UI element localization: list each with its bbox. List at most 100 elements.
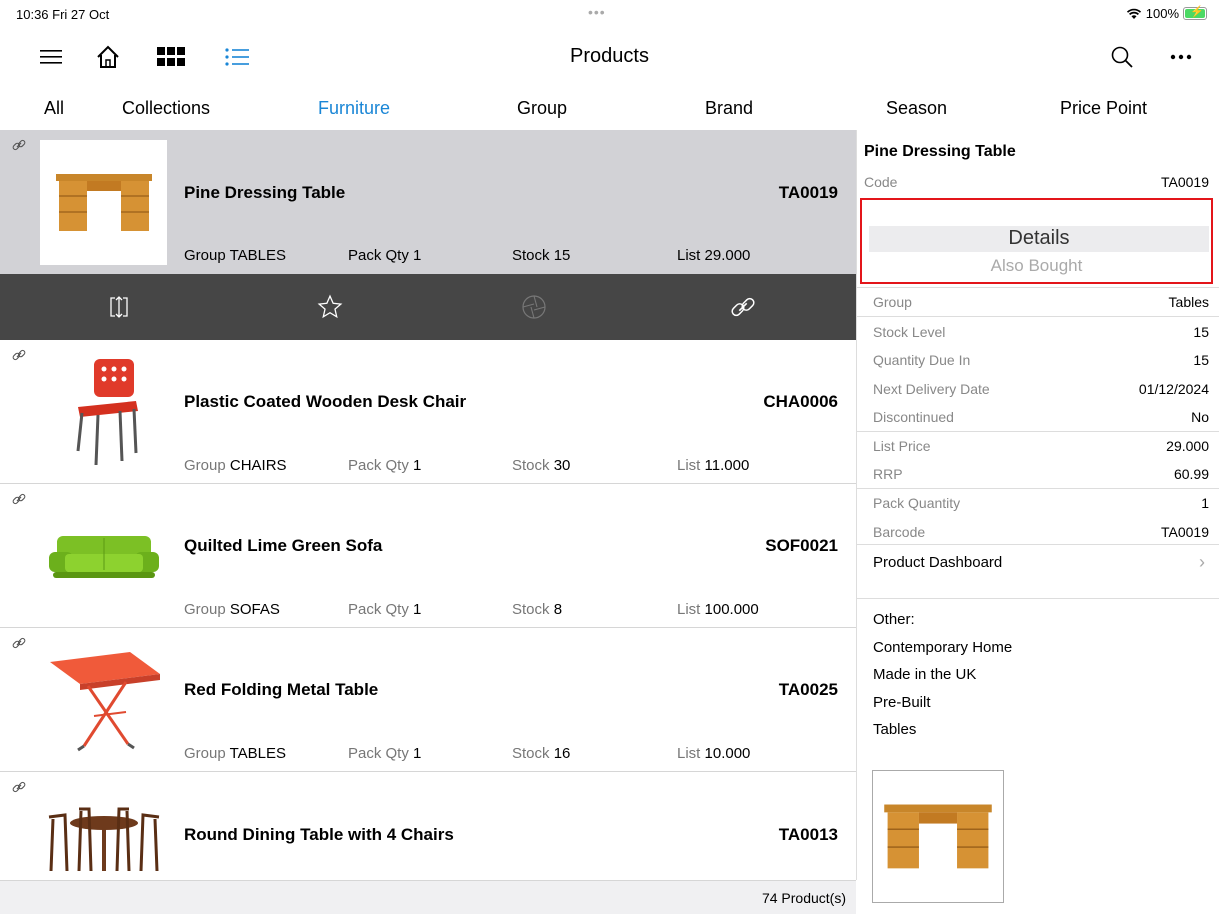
tab-group[interactable]: Group (517, 98, 567, 119)
product-image[interactable] (40, 494, 167, 619)
search-icon[interactable] (1110, 42, 1134, 72)
tab-all[interactable]: All (44, 98, 64, 119)
product-name: Quilted Lime Green Sofa (184, 536, 383, 555)
product-count: 74 Product(s) (761, 890, 846, 906)
more-options-icon[interactable] (1170, 42, 1192, 72)
detail-title: Pine Dressing Table (864, 143, 1016, 160)
also-bought-segment[interactable]: Also Bought (862, 256, 1211, 276)
group-value: TABLES (229, 745, 287, 762)
detail-value: TA0019 (1161, 524, 1209, 540)
detail-row: Quantity Due In 15 (873, 352, 1209, 368)
pack-qty-value: 1 (413, 745, 422, 762)
product-row[interactable]: Quilted Lime Green Sofa SOF0021 Group SO… (0, 484, 856, 628)
product-row-selected[interactable]: Pine Dressing Table TA0019 Group TABLES … (0, 130, 856, 274)
list-footer: 74 Product(s) (0, 880, 856, 914)
list-value: 100.000 (704, 601, 759, 618)
detail-product-image[interactable] (872, 770, 1004, 903)
product-dashboard-link[interactable]: Product Dashboard › (873, 552, 1209, 572)
product-code: TA0019 (778, 183, 838, 202)
detail-row: Next Delivery Date 01/12/2024 (873, 381, 1209, 397)
detail-row: Pack Quantity 1 (873, 495, 1209, 511)
detail-label: Next Delivery Date (873, 381, 990, 397)
pack-qty-label: Pack Qty (348, 247, 409, 264)
star-icon[interactable] (317, 294, 343, 325)
pack-qty-label: Pack Qty (348, 601, 409, 618)
tab-brand[interactable]: Brand (705, 98, 753, 119)
page-title: Products (570, 45, 649, 67)
link-icon (12, 138, 26, 157)
detail-label: Quantity Due In (873, 352, 971, 368)
stock-value: 8 (553, 601, 563, 618)
pack-qty-label: Pack Qty (348, 745, 409, 762)
group-label: Group (184, 247, 226, 264)
detail-label: Discontinued (873, 409, 954, 425)
product-image[interactable] (40, 140, 167, 265)
product-name: Pine Dressing Table (184, 183, 346, 202)
aperture-icon (521, 294, 547, 325)
pack-qty-value: 1 (413, 247, 422, 264)
product-list: Pine Dressing Table TA0019 Group TABLES … (0, 130, 857, 880)
product-image[interactable] (40, 638, 167, 763)
details-segment[interactable]: Details (869, 226, 1209, 252)
link-icon (12, 780, 26, 799)
detail-row: Stock Level 15 (873, 324, 1209, 340)
detail-row: List Price 29.000 (873, 438, 1209, 454)
link-action-icon[interactable] (730, 294, 756, 325)
detail-value: TA0019 (1161, 174, 1209, 190)
multitask-dots[interactable]: ••• (588, 4, 606, 20)
tab-season[interactable]: Season (886, 98, 947, 119)
list-label: List (677, 457, 701, 474)
product-name: Round Dining Table with 4 Chairs (184, 825, 454, 844)
stock-value: 16 (553, 745, 571, 762)
expand-icon[interactable] (107, 294, 131, 325)
detail-label: Code (864, 174, 898, 190)
stock-label: Stock (512, 457, 550, 474)
other-item: Tables (873, 721, 917, 738)
link-icon (12, 492, 26, 511)
row-action-bar (0, 274, 856, 340)
product-row[interactable]: Round Dining Table with 4 Chairs TA0013 (0, 772, 856, 880)
detail-label: Group (873, 294, 912, 310)
product-row[interactable]: Plastic Coated Wooden Desk Chair CHA0006… (0, 340, 856, 484)
detail-value: Tables (1168, 294, 1209, 310)
product-image[interactable] (40, 350, 167, 475)
product-image[interactable] (40, 782, 167, 880)
wifi-icon (1126, 8, 1141, 19)
stock-label: Stock (512, 247, 550, 264)
detail-value: No (1191, 409, 1209, 425)
link-icon (12, 636, 26, 655)
top-toolbar: Products (0, 28, 1219, 86)
link-icon (12, 348, 26, 367)
detail-label: RRP (873, 466, 903, 482)
pack-qty-value: 1 (413, 601, 422, 618)
detail-value: 01/12/2024 (1138, 381, 1209, 397)
detail-label: List Price (873, 438, 931, 454)
detail-code-row: Code TA0019 (864, 174, 1209, 190)
other-item: Pre-Built (873, 693, 931, 711)
group-value: CHAIRS (229, 457, 287, 474)
tab-furniture[interactable]: Furniture (318, 98, 390, 119)
stock-value: 30 (553, 457, 571, 474)
product-detail-panel: Pine Dressing Table Code TA0019 Details … (857, 130, 1219, 913)
stock-label: Stock (512, 601, 550, 618)
product-code: TA0013 (778, 825, 838, 844)
detail-value: 60.99 (1173, 466, 1209, 482)
other-item: Contemporary Home (873, 638, 1013, 656)
detail-row: Barcode TA0019 (873, 524, 1209, 540)
detail-value: 1 (1201, 495, 1209, 511)
group-value: TABLES (229, 247, 287, 264)
chevron-right-icon: › (1199, 552, 1205, 572)
pack-qty-value: 1 (413, 457, 422, 474)
detail-row: Discontinued No (873, 409, 1209, 425)
status-right: 100% ⚡ (1126, 6, 1207, 21)
battery-icon: ⚡ (1183, 6, 1207, 20)
tab-price-point[interactable]: Price Point (1060, 98, 1147, 119)
product-row[interactable]: Red Folding Metal Table TA0025 Group TAB… (0, 628, 856, 772)
detail-row: Group Tables (873, 294, 1209, 310)
product-code: TA0025 (778, 680, 838, 699)
group-label: Group (184, 601, 226, 618)
tab-collections[interactable]: Collections (122, 98, 210, 119)
list-label: List (677, 745, 701, 762)
product-name: Red Folding Metal Table (184, 680, 379, 699)
product-name: Plastic Coated Wooden Desk Chair (184, 392, 467, 411)
